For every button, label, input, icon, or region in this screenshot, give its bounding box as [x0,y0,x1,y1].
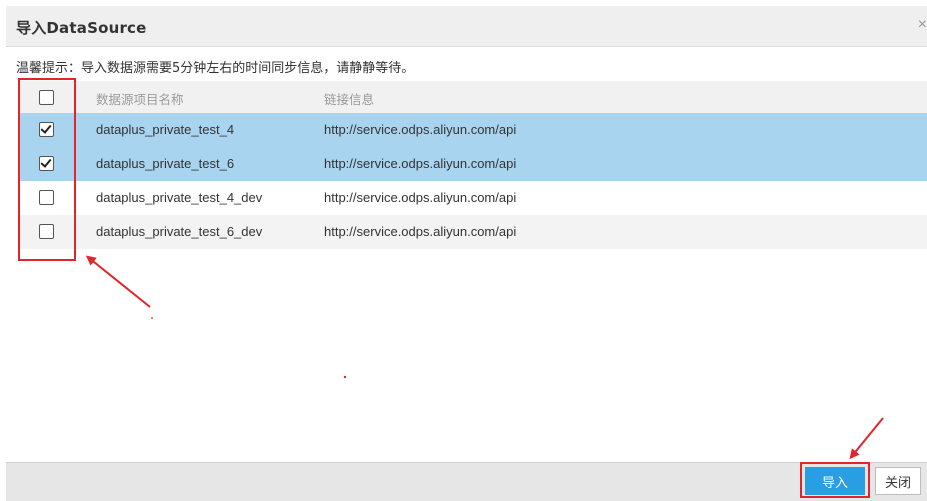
datasource-table: 数据源项目名称 链接信息 dataplus_private_test_4 htt… [19,81,927,249]
datasource-name: dataplus_private_test_6_dev [96,224,263,239]
table-row[interactable]: dataplus_private_test_4 http://service.o… [19,113,927,147]
row-checkbox[interactable] [39,224,54,239]
table-row[interactable]: dataplus_private_test_6_dev http://servi… [19,215,927,249]
hint-text: 温馨提示：导入数据源需要5分钟左右的时间同步信息，请静静等待。 [16,61,415,76]
row-checkbox[interactable] [39,156,54,171]
arrow-to-import-button [849,417,884,460]
datasource-link: http://service.odps.aliyun.com/api [324,224,517,239]
dialog-title: 导入DataSource [16,19,147,37]
row-checkbox[interactable] [39,190,54,205]
datasource-name: dataplus_private_test_4_dev [96,190,263,205]
import-datasource-dialog: 导入DataSource × 温馨提示：导入数据源需要5分钟左右的时间同步信息，… [0,0,927,501]
arrow-to-checkboxes [85,255,151,308]
table-row[interactable]: dataplus_private_test_4_dev http://servi… [19,181,927,215]
datasource-link: http://service.odps.aliyun.com/api [324,122,517,137]
red-dot [151,317,153,319]
column-header-name: 数据源项目名称 [96,92,184,107]
row-checkbox[interactable] [39,122,54,137]
dialog-footer [6,462,927,501]
datasource-link: http://service.odps.aliyun.com/api [324,156,517,171]
dialog-header: 导入DataSource × [6,6,927,47]
table-row[interactable]: dataplus_private_test_6 http://service.o… [19,147,927,181]
datasource-name: dataplus_private_test_4 [96,122,235,137]
select-all-checkbox[interactable] [39,90,54,105]
table-header-row: 数据源项目名称 链接信息 [19,81,927,113]
close-icon[interactable]: × [918,16,927,34]
import-button[interactable]: 导入 [805,467,865,495]
red-dot [343,375,347,379]
column-header-link: 链接信息 [324,92,375,107]
close-button[interactable]: 关闭 [875,467,921,495]
datasource-link: http://service.odps.aliyun.com/api [324,190,517,205]
datasource-name: dataplus_private_test_6 [96,156,235,171]
